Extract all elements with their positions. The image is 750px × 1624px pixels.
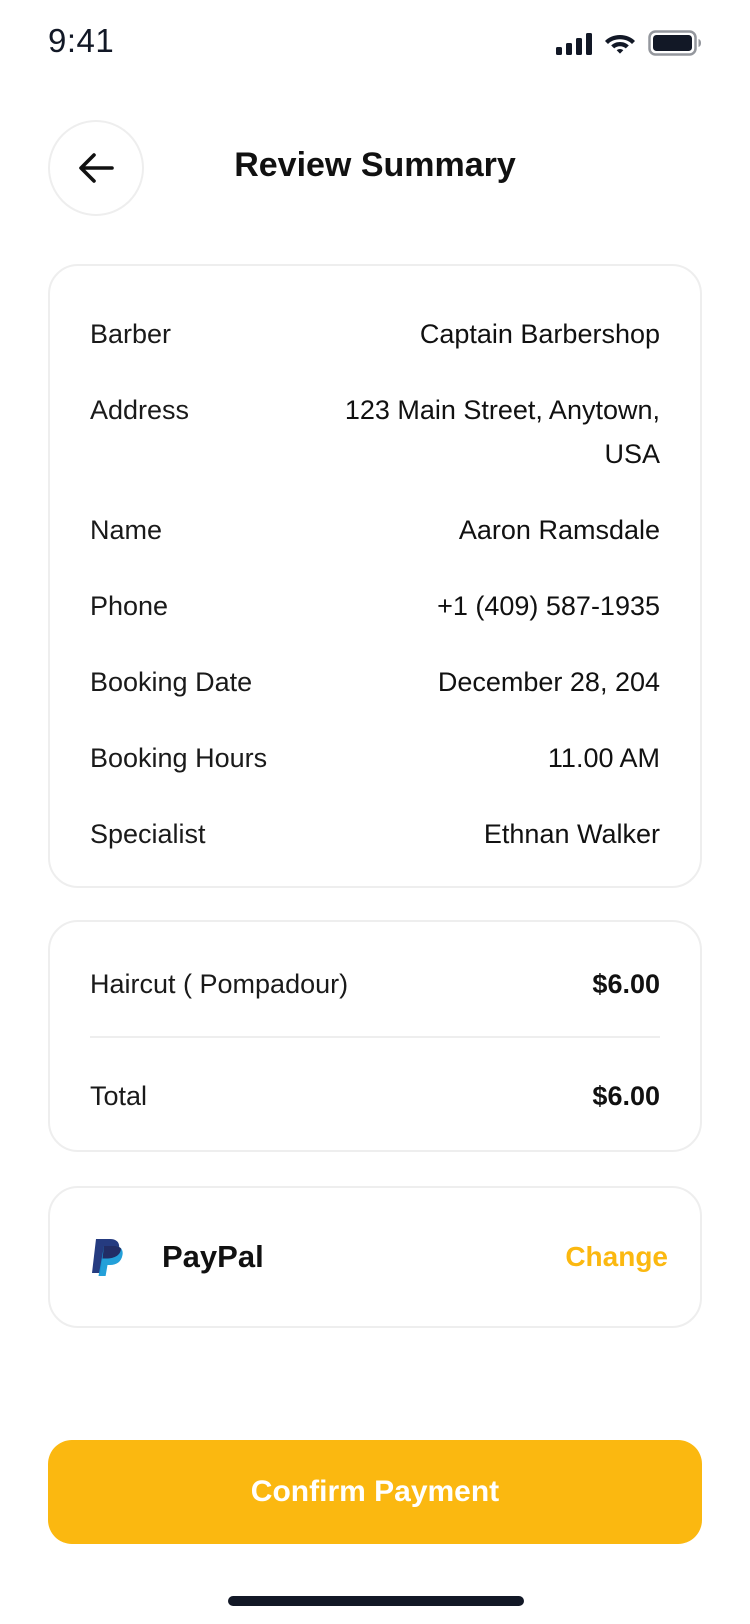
- detail-row-specialist: Specialist Ethnan Walker: [90, 812, 660, 856]
- payment-method-card: PayPal Change: [48, 1186, 702, 1328]
- detail-label: Name: [90, 515, 163, 545]
- detail-row-booking-hours: Booking Hours 11.00 AM: [90, 736, 660, 780]
- detail-row-booking-date: Booking Date December 28, 204: [90, 660, 660, 704]
- detail-label: Barber: [90, 319, 172, 349]
- status-bar: 9:41: [0, 0, 750, 88]
- detail-value: Aaron Ramsdale: [458, 515, 660, 545]
- detail-value: Ethnan Walker: [483, 819, 660, 849]
- total-label: Total: [90, 1081, 148, 1111]
- detail-row-address: Address 123 Main Street, Anytown, USA: [90, 388, 660, 476]
- detail-label: Booking Hours: [90, 743, 268, 773]
- detail-row-phone: Phone +1 (409) 587-1935: [90, 584, 660, 628]
- change-payment-link[interactable]: Change: [565, 1241, 668, 1273]
- battery-icon: [648, 30, 701, 56]
- price-row-service: Haircut ( Pompadour) $6.00: [90, 962, 660, 1006]
- payment-method-name: PayPal: [162, 1239, 264, 1274]
- detail-label: Specialist: [90, 819, 206, 849]
- confirm-payment-button[interactable]: Confirm Payment: [48, 1440, 702, 1544]
- total-price: $6.00: [592, 1081, 660, 1111]
- detail-value: +1 (409) 587-1935: [437, 591, 660, 621]
- divider: [90, 1036, 660, 1038]
- detail-row-barber: Barber Captain Barbershop: [90, 312, 660, 356]
- home-indicator: [228, 1596, 524, 1606]
- detail-label: Booking Date: [90, 667, 253, 697]
- service-label: Haircut ( Pompadour): [90, 969, 349, 999]
- price-row-total: Total $6.00: [90, 1074, 660, 1118]
- wifi-icon: [605, 35, 635, 54]
- service-price: $6.00: [592, 969, 660, 999]
- header: Review Summary: [0, 120, 750, 216]
- status-time: 9:41: [48, 22, 115, 59]
- status-icons: [556, 30, 702, 56]
- detail-row-name: Name Aaron Ramsdale: [90, 508, 660, 552]
- booking-details-card: Barber Captain Barbershop Address 123 Ma…: [48, 264, 702, 888]
- detail-value: 11.00 AM: [547, 743, 660, 773]
- detail-label: Address: [90, 395, 190, 425]
- detail-label: Phone: [90, 591, 169, 621]
- detail-value: Captain Barbershop: [419, 319, 660, 349]
- cellular-signal-icon: [556, 31, 592, 55]
- paypal-icon: [90, 1237, 126, 1277]
- pricing-card: Haircut ( Pompadour) $6.00 Total $6.00: [48, 920, 702, 1152]
- detail-value: 123 Main Street, Anytown, USA: [344, 395, 660, 469]
- detail-value: December 28, 204: [437, 667, 660, 697]
- page-title: Review Summary: [234, 146, 516, 184]
